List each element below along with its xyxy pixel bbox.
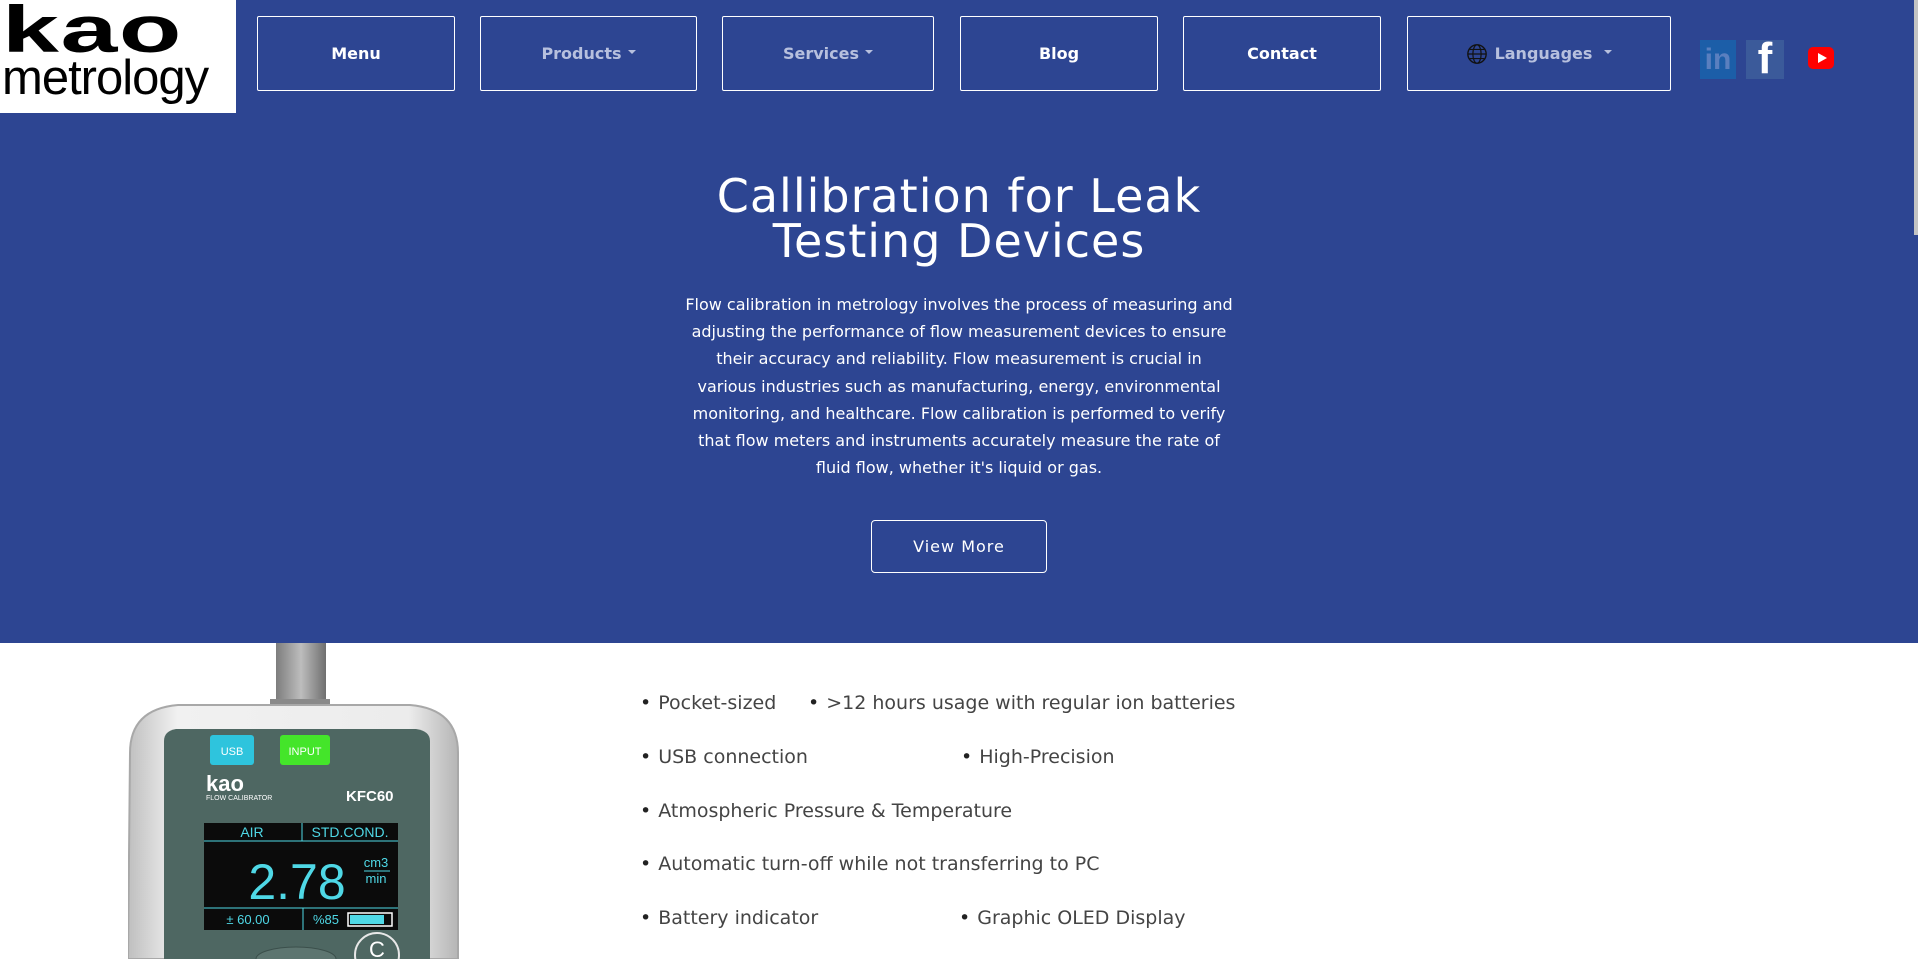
hero-text-line: various industries such as manufacturing… bbox=[697, 376, 1221, 396]
nav-languages-dropdown[interactable]: Languages bbox=[1407, 16, 1671, 91]
feature-text: USB connection bbox=[658, 746, 808, 768]
device-range: ± 60.00 bbox=[226, 912, 269, 927]
nav-languages-label: Languages bbox=[1494, 44, 1593, 63]
feature-item: • Graphic OLED Display bbox=[959, 907, 1186, 929]
feature-text: Automatic turn-off while not transferrin… bbox=[658, 853, 1100, 875]
feature-text: High-Precision bbox=[979, 746, 1115, 768]
chevron-down-icon bbox=[1604, 49, 1613, 54]
feature-item: • Pocket-sized bbox=[640, 692, 777, 714]
feature-text: Atmospheric Pressure & Temperature bbox=[658, 800, 1013, 822]
linkedin-icon[interactable]: in bbox=[1700, 40, 1736, 79]
hero-text-line: adjusting the performance of flow measur… bbox=[691, 322, 1227, 342]
nav-blog-label: Blog bbox=[1038, 44, 1080, 63]
nav-menu-button[interactable]: Menu bbox=[257, 16, 455, 91]
input-label: INPUT bbox=[289, 746, 322, 758]
nav-contact-label: Contact bbox=[1247, 44, 1317, 63]
play-icon bbox=[1817, 53, 1827, 63]
view-more-button[interactable]: View More bbox=[871, 520, 1047, 573]
nav-products-dropdown[interactable]: Products bbox=[480, 16, 697, 91]
device-unit-bottom: min bbox=[366, 871, 387, 886]
nav-products-label: Products bbox=[541, 44, 622, 63]
device-percent: %85 bbox=[313, 912, 339, 927]
device-gas: AIR bbox=[240, 824, 263, 840]
device-model: KFC60 bbox=[346, 788, 394, 805]
hero-text-line: fluid flow, whether it's liquid or gas. bbox=[815, 458, 1103, 478]
kfc60-flow-calibrator-image: USB INPUT kao FLOW CALIBRATOR KFC60 AIR … bbox=[128, 643, 459, 959]
feature-text: >12 hours usage with regular ion batteri… bbox=[826, 692, 1236, 714]
device-key-glyph: C bbox=[369, 937, 385, 959]
page-scrollbar-thumb[interactable] bbox=[1914, 0, 1918, 235]
globe-icon bbox=[1466, 43, 1487, 64]
hero-text-line: Flow calibration in metrology involves t… bbox=[685, 295, 1233, 314]
feature-item: • Automatic turn-off while not transferri… bbox=[640, 853, 1100, 875]
device-unit-top: cm3 bbox=[364, 855, 389, 870]
device-condition: STD.COND. bbox=[312, 824, 389, 840]
hero-description: Flow calibration in metrology involves t… bbox=[676, 291, 1242, 481]
nav-blog-link[interactable]: Blog bbox=[960, 16, 1158, 91]
feature-text: Graphic OLED Display bbox=[977, 907, 1186, 929]
feature-item: • High-Precision bbox=[961, 746, 1115, 768]
hero-text-line: their accuracy and reliability. Flow mea… bbox=[716, 349, 1202, 369]
feature-item: • Battery indicator bbox=[640, 907, 819, 929]
nav-services-label: Services bbox=[782, 44, 860, 63]
chevron-down-icon bbox=[627, 49, 636, 54]
nav-menu-label: Menu bbox=[331, 44, 381, 63]
facebook-icon[interactable]: f bbox=[1746, 40, 1784, 79]
youtube-icon[interactable] bbox=[1808, 47, 1834, 69]
feature-item: • >12 hours usage with regular ion batter… bbox=[808, 692, 1236, 714]
hero-title: Callibration for Leak Testing Devices bbox=[659, 173, 1259, 264]
facebook-glyph: f bbox=[1757, 40, 1773, 79]
kao-metrology-logo[interactable]: kao metrology bbox=[0, 0, 236, 113]
device-brand: kao bbox=[206, 771, 244, 796]
device-brand-sub: FLOW CALIBRATOR bbox=[206, 795, 272, 802]
feature-text: Pocket-sized bbox=[658, 692, 777, 714]
hero-title-line-2: Testing Devices bbox=[772, 214, 1146, 268]
hero-text-line: that flow meters and instruments accurat… bbox=[698, 431, 1220, 451]
site-header: kao metrology Menu Products Services Blo… bbox=[0, 0, 1918, 113]
feature-text: Battery indicator bbox=[658, 907, 819, 929]
nav-services-dropdown[interactable]: Services bbox=[722, 16, 934, 91]
hero-text-line: monitoring, and healthcare. Flow calibra… bbox=[692, 403, 1226, 423]
feature-item: • USB connection bbox=[640, 746, 808, 768]
linkedin-glyph: in bbox=[1704, 42, 1732, 76]
feature-item: • Atmospheric Pressure & Temperature bbox=[640, 800, 1013, 822]
nav-contact-link[interactable]: Contact bbox=[1183, 16, 1381, 91]
hero-section: Callibration for Leak Testing Devices Fl… bbox=[0, 113, 1918, 643]
device-reading: 2.78 bbox=[248, 854, 345, 910]
chevron-down-icon bbox=[865, 49, 874, 54]
usb-label: USB bbox=[221, 746, 244, 758]
